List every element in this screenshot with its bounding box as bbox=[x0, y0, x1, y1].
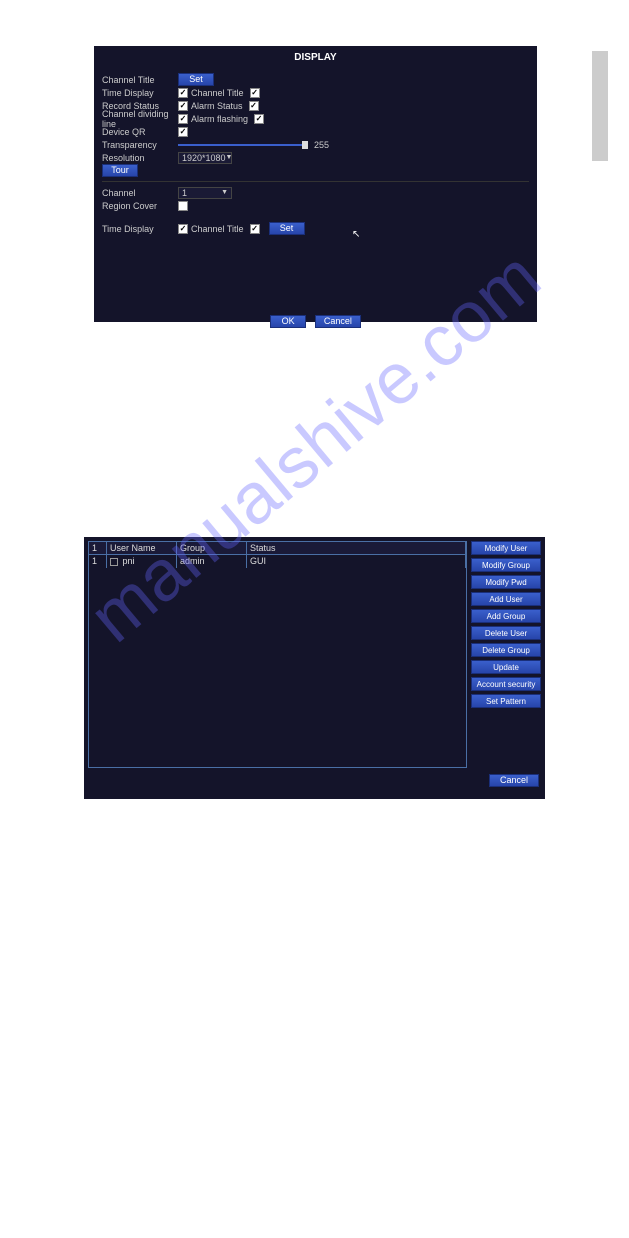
update-button[interactable]: Update bbox=[471, 660, 541, 674]
chevron-down-icon: ▼ bbox=[221, 189, 228, 196]
slider-thumb[interactable] bbox=[302, 141, 308, 149]
display-title: DISPLAY bbox=[102, 52, 529, 63]
region-cover-checkbox[interactable] bbox=[178, 201, 188, 211]
row-user: pni bbox=[107, 555, 177, 568]
tour-button[interactable]: Tour bbox=[102, 164, 138, 177]
channel-label: Channel bbox=[102, 188, 178, 198]
cancel-button[interactable]: Cancel bbox=[315, 315, 361, 328]
channel-title-checkbox[interactable] bbox=[250, 88, 260, 98]
row-num: 1 bbox=[89, 555, 107, 568]
alarm-status-checkbox[interactable] bbox=[249, 101, 259, 111]
modify-group-button[interactable]: Modify Group bbox=[471, 558, 541, 572]
transparency-label: Transparency bbox=[102, 140, 178, 150]
header-status: Status bbox=[247, 542, 466, 554]
display-panel: DISPLAY Channel Title Set Time Display C… bbox=[94, 46, 537, 322]
channel-dividing-label: Channel dividing line bbox=[102, 109, 178, 129]
divider bbox=[102, 181, 529, 182]
channel-title-sublabel: Channel Title bbox=[191, 88, 244, 98]
time-display-checkbox-2[interactable] bbox=[178, 224, 188, 234]
account-cancel-button[interactable]: Cancel bbox=[489, 774, 539, 787]
modify-user-button[interactable]: Modify User bbox=[471, 541, 541, 555]
row-group: admin bbox=[177, 555, 247, 568]
account-security-button[interactable]: Account security bbox=[471, 677, 541, 691]
channel-title-checkbox-2[interactable] bbox=[250, 224, 260, 234]
modify-pwd-button[interactable]: Modify Pwd bbox=[471, 575, 541, 589]
set-button-1[interactable]: Set bbox=[178, 73, 214, 86]
time-display-label: Time Display bbox=[102, 88, 178, 98]
chevron-down-icon: ▼ bbox=[226, 154, 233, 161]
decorative-bar bbox=[592, 51, 608, 161]
header-group: Group bbox=[177, 542, 247, 554]
time-display-label-2: Time Display bbox=[102, 224, 178, 234]
add-user-button[interactable]: Add User bbox=[471, 592, 541, 606]
cursor-icon: ↖ bbox=[352, 229, 360, 240]
cursor-icon: ↖ bbox=[324, 1227, 332, 1238]
channel-dividing-checkbox[interactable] bbox=[178, 114, 188, 124]
set-pattern-button[interactable]: Set Pattern bbox=[471, 694, 541, 708]
add-group-button[interactable]: Add Group bbox=[471, 609, 541, 623]
delete-user-button[interactable]: Delete User bbox=[471, 626, 541, 640]
device-qr-checkbox[interactable] bbox=[178, 127, 188, 137]
set-button-2[interactable]: Set bbox=[269, 222, 305, 235]
row-checkbox[interactable] bbox=[110, 558, 118, 566]
alarm-flashing-sublabel: Alarm flashing bbox=[191, 114, 248, 124]
time-display-checkbox[interactable] bbox=[178, 88, 188, 98]
row-status: GUI bbox=[247, 555, 466, 568]
region-cover-label: Region Cover bbox=[102, 201, 178, 211]
channel-title-sublabel-2: Channel Title bbox=[191, 224, 244, 234]
header-username: User Name bbox=[107, 542, 177, 554]
ok-button[interactable]: OK bbox=[270, 315, 306, 328]
table-row[interactable]: 1 pni admin GUI bbox=[89, 555, 466, 568]
transparency-slider[interactable] bbox=[178, 144, 308, 146]
channel-title-label: Channel Title bbox=[102, 75, 178, 85]
device-qr-label: Device QR bbox=[102, 127, 178, 137]
header-num: 1 bbox=[89, 542, 107, 554]
action-buttons: Modify User Modify Group Modify Pwd Add … bbox=[471, 541, 541, 768]
resolution-label: Resolution bbox=[102, 153, 178, 163]
alarm-status-sublabel: Alarm Status bbox=[191, 101, 243, 111]
delete-group-button[interactable]: Delete Group bbox=[471, 643, 541, 657]
user-table: 1 User Name Group Status 1 pni admin GUI… bbox=[88, 541, 467, 768]
channel-select[interactable]: 1 ▼ bbox=[178, 187, 232, 199]
record-status-checkbox[interactable] bbox=[178, 101, 188, 111]
table-header: 1 User Name Group Status bbox=[89, 542, 466, 555]
resolution-select[interactable]: 1920*1080 ▼ bbox=[178, 152, 232, 164]
transparency-value: 255 bbox=[314, 140, 329, 150]
account-panel: 1 User Name Group Status 1 pni admin GUI… bbox=[84, 537, 545, 799]
alarm-flashing-checkbox[interactable] bbox=[254, 114, 264, 124]
